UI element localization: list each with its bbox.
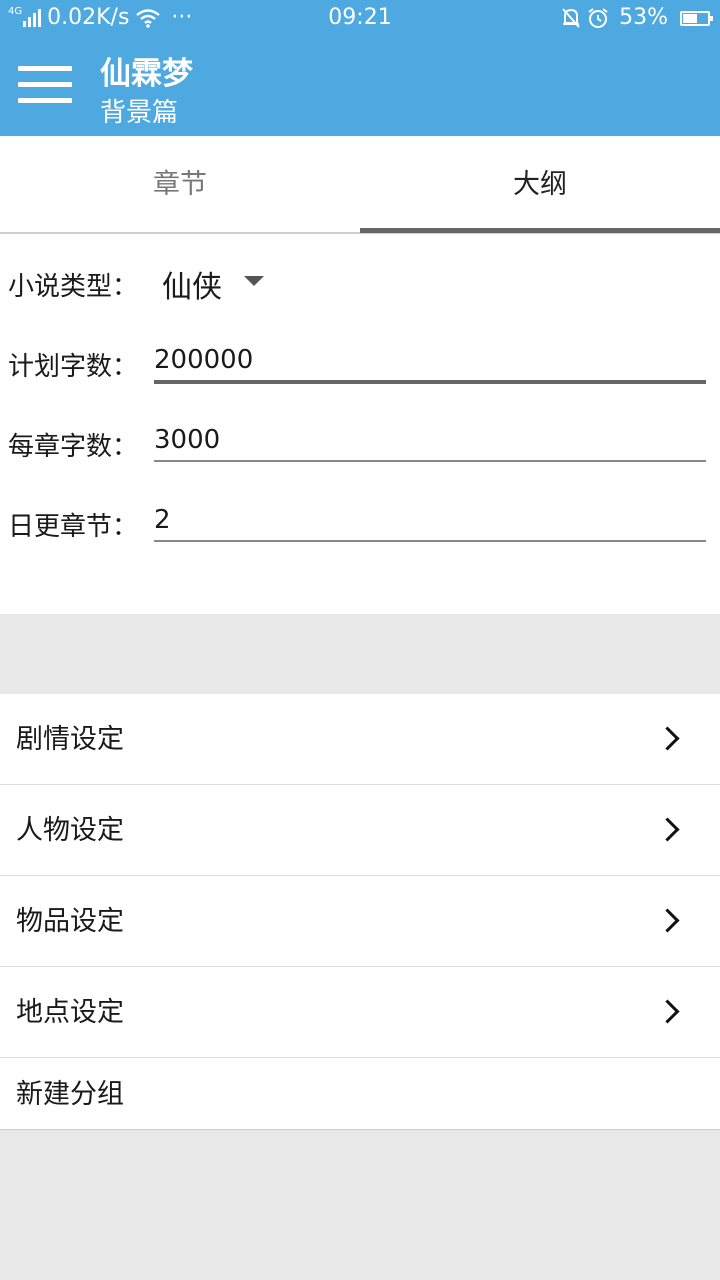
page-title: 仙霖梦 bbox=[100, 56, 193, 92]
list-item-character-settings[interactable]: 人物设定 bbox=[0, 785, 720, 876]
status-bar: 4G 0.02K/s ··· 09:21 53% bbox=[0, 0, 720, 36]
bell-muted-icon bbox=[562, 8, 580, 28]
chevron-right-icon bbox=[655, 817, 680, 842]
tab-chapters[interactable]: 章节 bbox=[0, 136, 360, 234]
battery-icon bbox=[680, 10, 713, 26]
list-item-plot-settings[interactable]: 剧情设定 bbox=[0, 694, 720, 785]
new-group-button[interactable]: 新建分组 bbox=[0, 1058, 720, 1130]
tab-outline[interactable]: 大纲 bbox=[360, 136, 720, 234]
list-item-label: 人物设定 bbox=[16, 815, 124, 846]
app-header: 4G 0.02K/s ··· 09:21 53% 仙霖梦 背景篇 bbox=[0, 0, 720, 136]
planned-words-label: 计划字数： bbox=[8, 352, 139, 382]
daily-chapters-input[interactable]: 2 bbox=[154, 500, 706, 542]
list-item-location-settings[interactable]: 地点设定 bbox=[0, 967, 720, 1058]
outline-form: 小说类型： 仙侠 计划字数： 200000 每章字数： 3000 日更章节： 2 bbox=[0, 234, 720, 614]
words-per-chapter-label: 每章字数： bbox=[8, 432, 139, 462]
words-per-chapter-input[interactable]: 3000 bbox=[154, 420, 706, 462]
list-item-label: 新建分组 bbox=[16, 1079, 124, 1110]
tab-indicator bbox=[360, 228, 720, 233]
chevron-right-icon bbox=[655, 908, 680, 933]
chevron-right-icon bbox=[655, 726, 680, 751]
alarm-icon bbox=[588, 8, 608, 28]
list-item-item-settings[interactable]: 物品设定 bbox=[0, 876, 720, 967]
list-item-label: 地点设定 bbox=[16, 997, 124, 1028]
planned-words-input[interactable]: 200000 bbox=[154, 340, 706, 384]
list-item-label: 物品设定 bbox=[16, 906, 124, 937]
settings-list: 剧情设定 人物设定 物品设定 地点设定 新建分组 bbox=[0, 694, 720, 1130]
genre-select[interactable]: 仙侠 bbox=[162, 262, 222, 306]
battery-percent: 53% bbox=[619, 5, 668, 30]
dropdown-arrow-icon[interactable] bbox=[244, 276, 264, 286]
chevron-right-icon bbox=[655, 999, 680, 1024]
daily-chapters-label: 日更章节： bbox=[8, 512, 139, 542]
page-subtitle: 背景篇 bbox=[100, 98, 179, 128]
menu-icon[interactable] bbox=[18, 66, 72, 106]
list-item-label: 剧情设定 bbox=[16, 724, 124, 755]
genre-label: 小说类型： bbox=[8, 272, 139, 302]
tab-bar: 章节 大纲 bbox=[0, 136, 720, 234]
